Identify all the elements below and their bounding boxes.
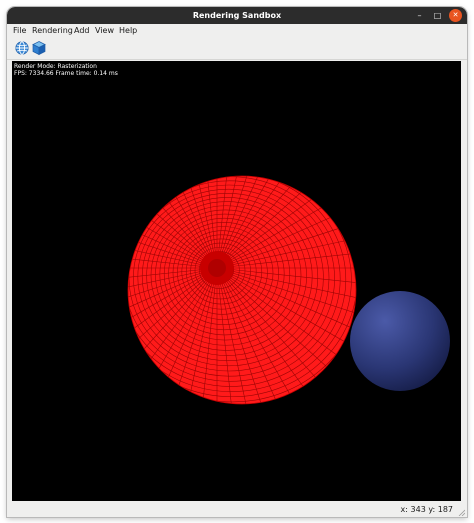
menu-rendering[interactable]: Rendering: [32, 24, 73, 37]
menu-bar: File Rendering Add View Help: [7, 24, 467, 37]
status-bar: x: 343 y: 187: [7, 503, 467, 517]
globe-button[interactable]: [14, 40, 30, 56]
scene-canvas: [127, 175, 450, 405]
close-button[interactable]: ✕: [449, 9, 462, 22]
menu-file[interactable]: File: [13, 24, 26, 37]
maximize-button[interactable]: □: [431, 9, 444, 22]
globe-icon: [15, 41, 29, 55]
menu-help[interactable]: Help: [119, 24, 137, 37]
menu-add[interactable]: Add: [74, 24, 90, 37]
menu-view[interactable]: View: [95, 24, 114, 37]
title-bar[interactable]: Rendering Sandbox – □ ✕: [7, 7, 467, 24]
app-window: Rendering Sandbox – □ ✕ File Rendering A…: [7, 7, 467, 517]
blue-sphere: [350, 291, 450, 391]
window-title: Rendering Sandbox: [192, 11, 282, 20]
cube-button[interactable]: [31, 40, 47, 56]
cube-icon: [32, 41, 46, 56]
minimize-button[interactable]: –: [413, 9, 426, 22]
resize-grip-icon[interactable]: [457, 508, 465, 516]
render-viewport[interactable]: Render Mode: Rasterization FPS: 7334.66 …: [12, 61, 461, 501]
cursor-coordinates: x: 343 y: 187: [400, 505, 453, 514]
red-sphere: [127, 175, 357, 405]
toolbar: [7, 37, 467, 60]
